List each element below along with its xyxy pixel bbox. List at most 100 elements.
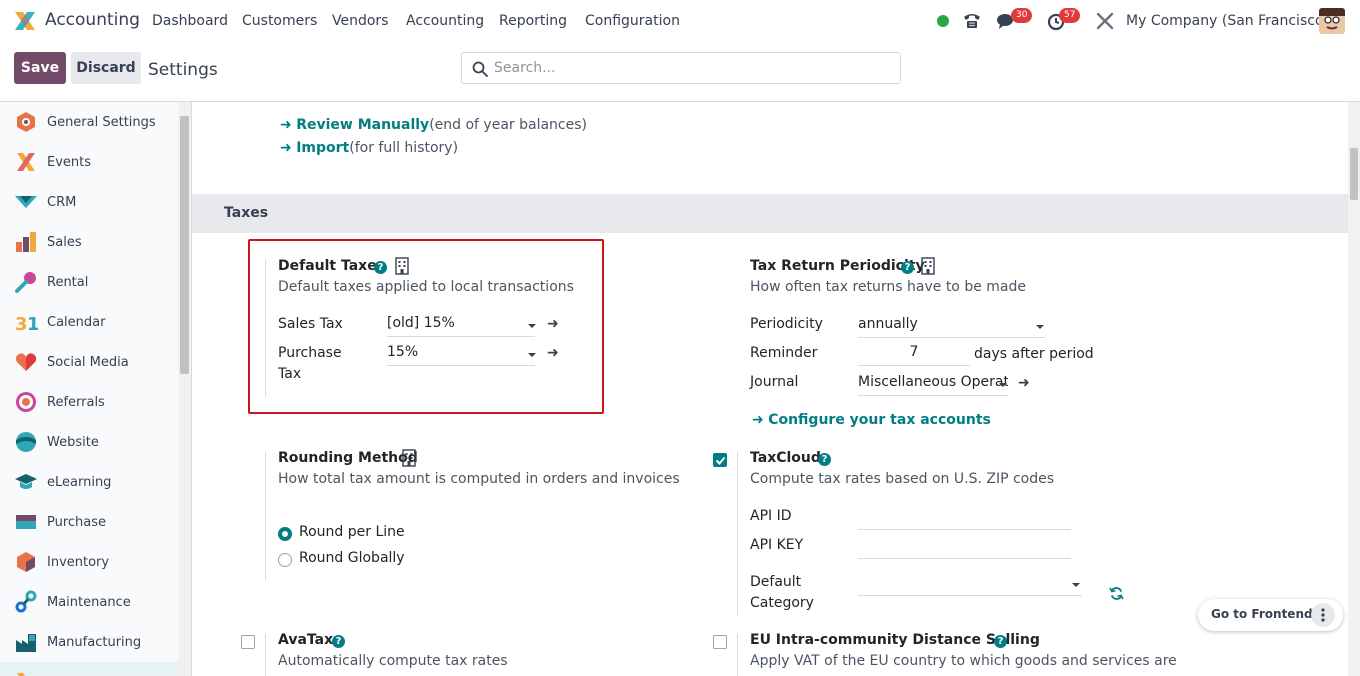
sidebar-item-sales[interactable]: Sales bbox=[0, 222, 178, 262]
app-name[interactable]: Accounting bbox=[45, 10, 140, 30]
menu-configuration[interactable]: Configuration bbox=[585, 13, 680, 29]
sidebar-item-referrals[interactable]: Referrals bbox=[0, 382, 178, 422]
round-per-line-label[interactable]: Round per Line bbox=[299, 524, 405, 540]
sidebar-item-label: CRM bbox=[47, 194, 77, 210]
general-settings-icon bbox=[17, 112, 35, 132]
sidebar-item-elearning[interactable]: eLearning bbox=[0, 462, 178, 502]
sidebar-item-calendar[interactable]: 31 Calendar bbox=[0, 302, 178, 342]
api-id-input[interactable] bbox=[858, 508, 1071, 530]
review-manually-note: (end of year balances) bbox=[429, 117, 587, 133]
sidebar-item-rental[interactable]: Rental bbox=[0, 262, 178, 302]
review-manually-row: ➜ Review Manually(end of year balances) bbox=[280, 117, 587, 133]
checkmark-icon bbox=[715, 456, 726, 465]
purchase-icon bbox=[16, 515, 36, 529]
reminder-input[interactable]: 7 bbox=[858, 344, 970, 366]
chevron-down-icon[interactable] bbox=[1072, 583, 1080, 587]
elearning-icon bbox=[15, 474, 37, 489]
save-button[interactable]: Save bbox=[14, 52, 66, 84]
menu-reporting[interactable]: Reporting bbox=[499, 13, 567, 29]
help-icon[interactable]: ? bbox=[332, 635, 345, 648]
search-input[interactable] bbox=[494, 57, 894, 79]
sidebar-item-events[interactable]: Events bbox=[0, 142, 178, 182]
discard-button[interactable]: Discard bbox=[71, 52, 141, 84]
internal-link-arrow-icon[interactable]: ➜ bbox=[1018, 375, 1030, 391]
sidebar-item-label: Events bbox=[47, 154, 92, 170]
sidebar-item-purchase[interactable]: Purchase bbox=[0, 502, 178, 542]
eu-distance-selling-checkbox[interactable] bbox=[713, 635, 727, 649]
sidebar-item-social-media[interactable]: Social Media bbox=[0, 342, 178, 382]
api-key-input[interactable] bbox=[858, 537, 1071, 559]
more-options-icon[interactable] bbox=[1311, 603, 1335, 627]
highlight-box bbox=[248, 239, 604, 414]
round-globally-radio[interactable] bbox=[278, 553, 292, 567]
inventory-icon bbox=[17, 552, 35, 572]
journal-value: Miscellaneous Operat bbox=[858, 374, 1008, 390]
taxcloud-checkbox[interactable] bbox=[713, 453, 727, 467]
rental-icon bbox=[15, 272, 36, 293]
chevron-down-icon[interactable] bbox=[999, 383, 1007, 387]
import-note: (for full history) bbox=[349, 140, 459, 156]
eu-distance-selling-description: Apply VAT of the EU country to which goo… bbox=[750, 653, 1177, 669]
round-globally-label[interactable]: Round Globally bbox=[299, 550, 405, 566]
accounting-app-icon[interactable] bbox=[13, 10, 37, 32]
menu-dashboard[interactable]: Dashboard bbox=[152, 13, 228, 29]
reminder-value: 7 bbox=[909, 344, 919, 360]
sales-icon bbox=[16, 232, 36, 252]
sidebar-item-label: Manufacturing bbox=[47, 634, 142, 650]
sidebar-item-manufacturing[interactable]: Manufacturing bbox=[0, 622, 178, 662]
messages-count-badge: 30 bbox=[1011, 8, 1033, 23]
sidebar-scrollbar-thumb[interactable] bbox=[180, 116, 189, 374]
journal-select[interactable]: Miscellaneous Operat bbox=[858, 374, 1008, 396]
avatax-checkbox[interactable] bbox=[241, 635, 255, 649]
default-category-select[interactable] bbox=[858, 574, 1082, 596]
search-icon bbox=[472, 61, 488, 77]
sidebar-item-website[interactable]: Website bbox=[0, 422, 178, 462]
phone-icon[interactable] bbox=[962, 11, 982, 31]
svg-text:1: 1 bbox=[27, 314, 38, 334]
help-icon[interactable]: ? bbox=[994, 635, 1007, 648]
round-per-line-radio[interactable] bbox=[278, 527, 292, 541]
referrals-icon bbox=[16, 392, 36, 412]
sidebar-item-label: Sales bbox=[47, 234, 82, 250]
periodicity-select[interactable]: annually bbox=[858, 316, 1045, 338]
rounding-method-description: How total tax amount is computed in orde… bbox=[278, 471, 680, 487]
company-switcher[interactable]: My Company (San Francisco) bbox=[1126, 13, 1329, 29]
tax-return-periodicity-title: Tax Return Periodicity bbox=[750, 258, 925, 274]
menu-customers[interactable]: Customers bbox=[242, 13, 317, 29]
social-media-icon bbox=[15, 353, 37, 371]
chevron-down-icon[interactable] bbox=[1036, 325, 1044, 329]
sidebar-item-maintenance[interactable]: Maintenance bbox=[0, 582, 178, 622]
help-icon[interactable]: ? bbox=[818, 453, 831, 466]
manufacturing-icon bbox=[16, 634, 36, 652]
help-icon[interactable]: ? bbox=[901, 261, 914, 274]
debug-tools-icon[interactable] bbox=[1095, 11, 1115, 31]
rounding-method-title: Rounding Method bbox=[278, 450, 418, 466]
control-panel: Save Discard Settings bbox=[0, 42, 1360, 102]
periodicity-value: annually bbox=[858, 316, 918, 332]
menu-accounting[interactable]: Accounting bbox=[406, 13, 484, 29]
maintenance-icon bbox=[15, 590, 37, 613]
avatax-title: AvaTax bbox=[278, 632, 334, 648]
tax-return-description: How often tax returns have to be made bbox=[750, 279, 1026, 295]
main-scrollbar-thumb[interactable] bbox=[1350, 148, 1358, 200]
setting-divider bbox=[737, 634, 738, 676]
arrow-right-icon: ➜ bbox=[752, 412, 764, 428]
menu-vendors[interactable]: Vendors bbox=[332, 13, 388, 29]
website-icon bbox=[16, 432, 36, 452]
sidebar-item-crm[interactable]: CRM bbox=[0, 182, 178, 222]
accounting-icon bbox=[17, 673, 25, 676]
sidebar-item-label: Rental bbox=[47, 274, 89, 290]
sidebar-item-general-settings[interactable]: General Settings bbox=[0, 102, 178, 142]
sidebar-item-label: Maintenance bbox=[47, 594, 131, 610]
go-to-frontend-button[interactable]: Go to Frontend bbox=[1198, 599, 1343, 631]
search-box[interactable] bbox=[461, 52, 901, 84]
sidebar-item-accounting-active[interactable] bbox=[0, 662, 178, 676]
review-manually-link[interactable]: Review Manually bbox=[296, 117, 429, 133]
configure-tax-accounts-link[interactable]: Configure your tax accounts bbox=[768, 412, 991, 428]
import-row: ➜ Import(for full history) bbox=[280, 140, 458, 156]
import-link[interactable]: Import bbox=[296, 140, 349, 156]
sidebar-item-inventory[interactable]: Inventory bbox=[0, 542, 178, 582]
taxes-section-header: Taxes bbox=[192, 194, 1348, 233]
refresh-icon[interactable] bbox=[1109, 586, 1124, 601]
user-avatar[interactable] bbox=[1319, 8, 1345, 34]
